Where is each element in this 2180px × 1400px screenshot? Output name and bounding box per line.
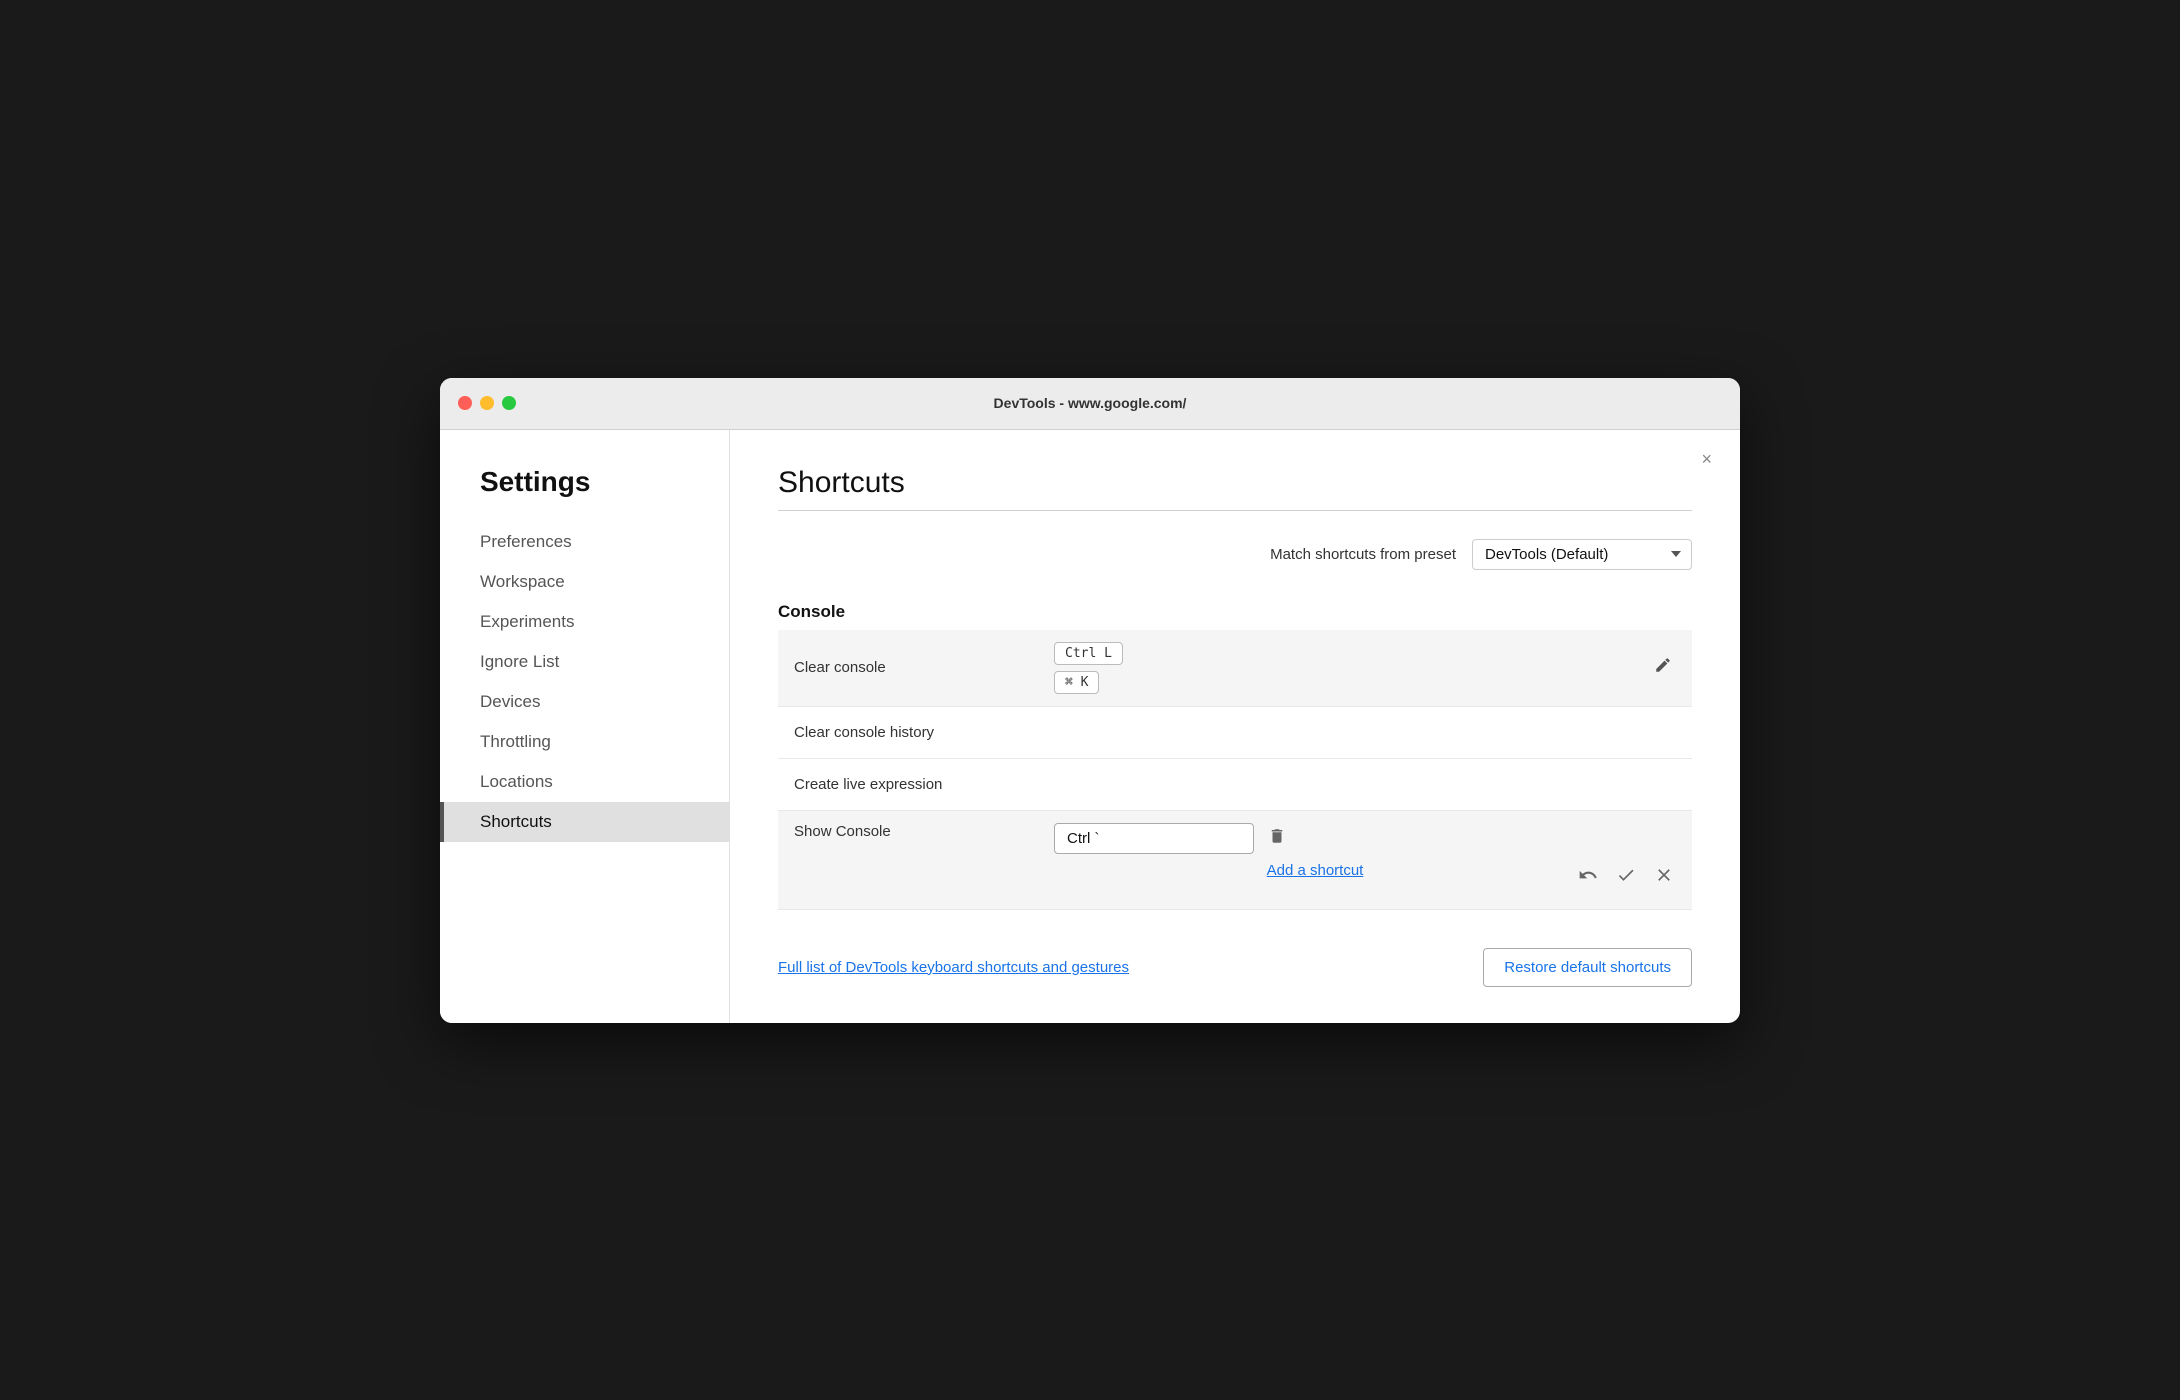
shortcut-name-clear-history: Clear console history (794, 724, 1054, 741)
undo-button[interactable] (1576, 863, 1600, 893)
editing-input-row (1054, 823, 1576, 854)
preset-row: Match shortcuts from preset DevTools (De… (778, 539, 1692, 570)
section-console-heading: Console (778, 602, 1692, 622)
cancel-edit-button[interactable] (1652, 863, 1676, 893)
main-content: × Shortcuts Match shortcuts from preset … (730, 430, 1740, 1023)
shortcut-row-show-console: Show Console Add a shortcut (778, 811, 1692, 910)
maximize-traffic-light[interactable] (502, 396, 516, 410)
key-badge-cmd-k: ⌘ K (1054, 671, 1099, 694)
shortcut-keys-clear-console: Ctrl L ⌘ K (1054, 642, 1650, 694)
close-traffic-light[interactable] (458, 396, 472, 410)
confirm-button[interactable] (1614, 863, 1638, 893)
delete-key-button[interactable] (1264, 823, 1290, 854)
close-button[interactable]: × (1701, 450, 1712, 468)
sidebar-item-preferences[interactable]: Preferences (440, 522, 729, 562)
devtools-shortcuts-link[interactable]: Full list of DevTools keyboard shortcuts… (778, 959, 1129, 976)
sidebar-item-shortcuts[interactable]: Shortcuts (440, 802, 729, 842)
shortcut-actions-clear-console (1650, 652, 1676, 683)
sidebar-item-ignore-list[interactable]: Ignore List (440, 642, 729, 682)
minimize-traffic-light[interactable] (480, 396, 494, 410)
page-title: Shortcuts (778, 466, 1692, 500)
sidebar: Settings Preferences Workspace Experimen… (440, 430, 730, 1023)
sidebar-item-devices[interactable]: Devices (440, 682, 729, 722)
footer-row: Full list of DevTools keyboard shortcuts… (778, 938, 1692, 987)
window-body: Settings Preferences Workspace Experimen… (440, 430, 1740, 1023)
titlebar: DevTools - www.google.com/ (440, 378, 1740, 430)
editing-action-icons (1576, 823, 1676, 897)
restore-defaults-button[interactable]: Restore default shortcuts (1483, 948, 1692, 987)
edit-clear-console-button[interactable] (1650, 652, 1676, 683)
window-title: DevTools - www.google.com/ (994, 395, 1187, 411)
sidebar-item-throttling[interactable]: Throttling (440, 722, 729, 762)
shortcut-name-live-expression: Create live expression (794, 776, 1054, 793)
key-input-show-console[interactable] (1054, 823, 1254, 854)
shortcut-row-live-expression: Create live expression (778, 759, 1692, 811)
shortcut-name-clear-console: Clear console (794, 659, 1054, 676)
add-shortcut-button[interactable]: Add a shortcut (1054, 862, 1576, 879)
sidebar-item-locations[interactable]: Locations (440, 762, 729, 802)
preset-label: Match shortcuts from preset (1270, 546, 1456, 563)
shortcut-name-show-console: Show Console (794, 823, 1054, 840)
sidebar-item-experiments[interactable]: Experiments (440, 602, 729, 642)
sidebar-item-workspace[interactable]: Workspace (440, 562, 729, 602)
section-divider (778, 510, 1692, 511)
traffic-lights (458, 396, 516, 410)
shortcut-row-clear-console: Clear console Ctrl L ⌘ K (778, 630, 1692, 707)
preset-select[interactable]: DevTools (Default) Visual Studio Code (1472, 539, 1692, 570)
devtools-window: DevTools - www.google.com/ Settings Pref… (440, 378, 1740, 1023)
editing-keys-show-console: Add a shortcut (1054, 823, 1576, 879)
sidebar-title: Settings (440, 466, 729, 522)
shortcut-row-clear-history: Clear console history (778, 707, 1692, 759)
key-badge-ctrl-l: Ctrl L (1054, 642, 1123, 665)
